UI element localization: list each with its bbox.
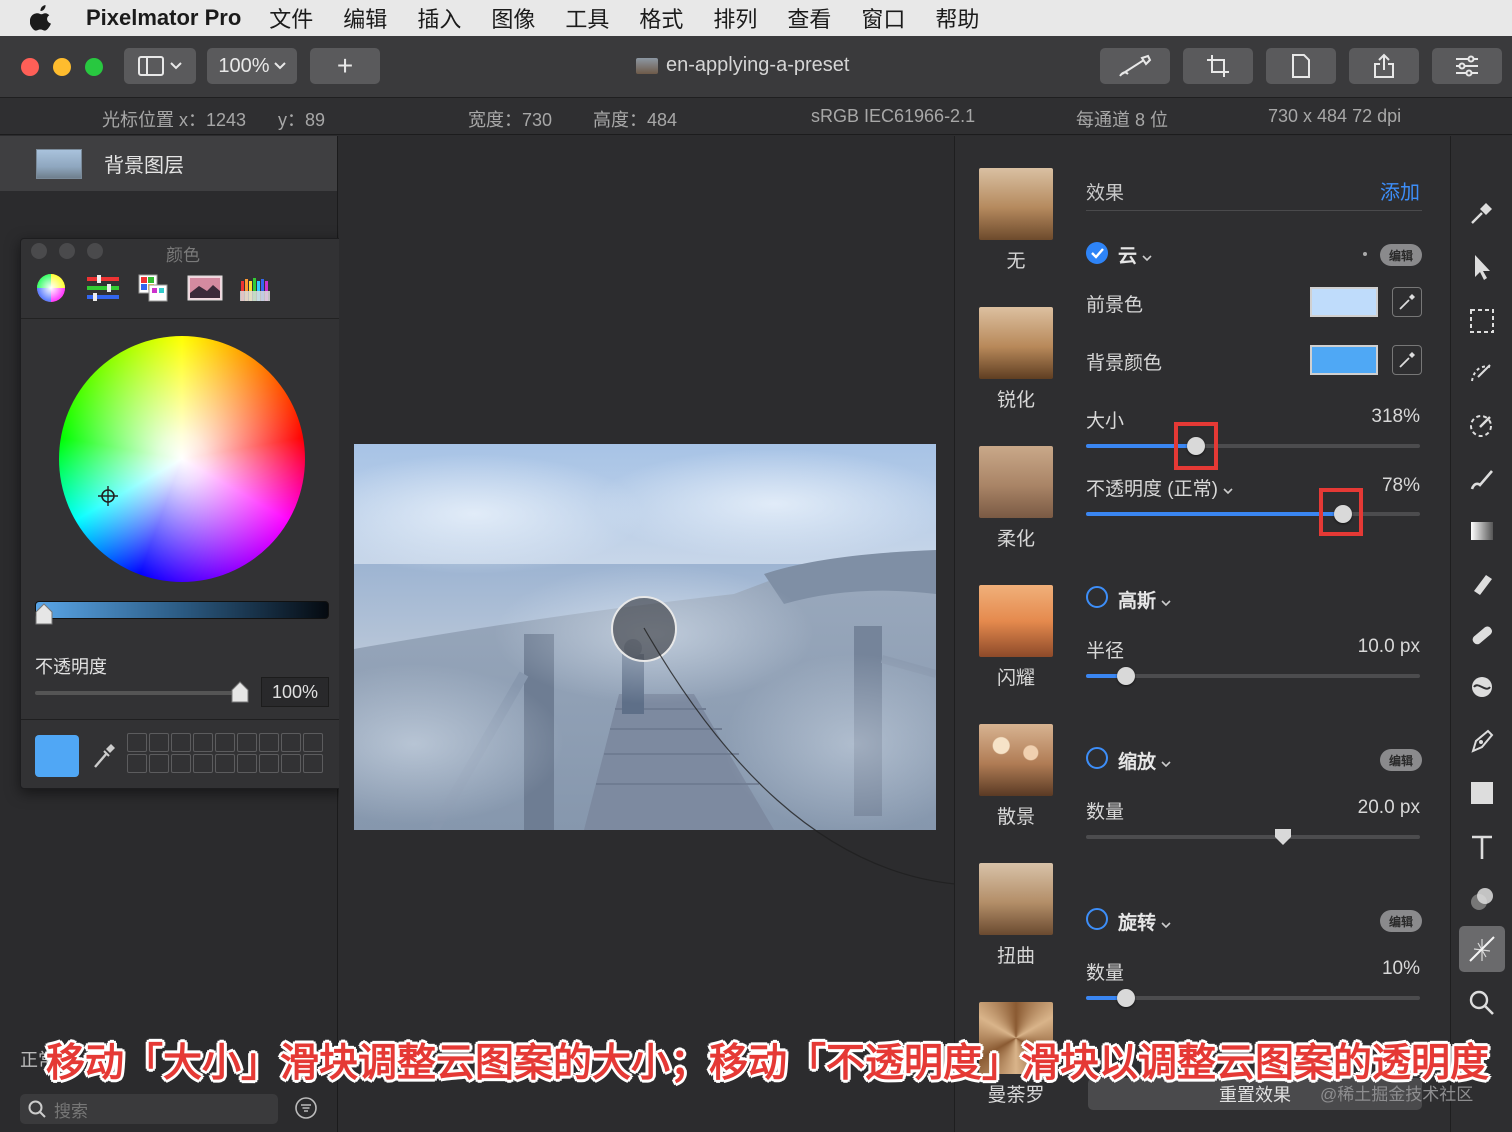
clouds-effect-name: 云 (1118, 246, 1138, 267)
preset-thumbnail (979, 724, 1053, 796)
clouds-opacity-slider[interactable] (1086, 505, 1420, 523)
paint-tool-icon[interactable] (1465, 462, 1499, 496)
quick-selection-tool-icon[interactable] (1465, 356, 1499, 390)
eyedropper-icon (1399, 294, 1415, 310)
style-tool-icon[interactable] (1465, 196, 1499, 230)
spin-edit-button[interactable]: 编辑 (1380, 910, 1422, 932)
tutorial-caption: 移动「大小」滑块调整云图案的大小；移动「不透明度」滑块以调整云图案的透明度 (46, 1042, 1490, 1085)
size-value: 318% (1371, 406, 1420, 427)
background-color-label: 背景颜色 (1086, 353, 1163, 374)
checkmark-icon (1091, 248, 1104, 259)
effects-panel: 效果 添加 云 编辑 前景色 背景颜色 大小 318% 不透明度 (正常) 78… (1074, 136, 1450, 1132)
zoom-effect-enabled-checkbox[interactable] (1086, 747, 1108, 769)
effects-tool-icon[interactable] (1459, 926, 1505, 972)
clouds-opacity-value: 78% (1381, 475, 1420, 496)
eraser-tool-icon[interactable] (1465, 566, 1499, 600)
tools-sidebar (1450, 136, 1512, 1132)
zoom-amount-slider[interactable] (1086, 829, 1420, 845)
gradient-tool-icon[interactable] (1465, 514, 1499, 548)
chevron-down-icon (1161, 600, 1171, 607)
preset-label: 无 (1006, 251, 1026, 272)
gaussian-enabled-checkbox[interactable] (1086, 586, 1108, 608)
preset-label: 扭曲 (996, 946, 1035, 967)
gaussian-effect-name: 高斯 (1118, 591, 1157, 612)
clouds-opacity-slider-fill (1086, 512, 1344, 516)
preset-thumbnail (979, 168, 1053, 240)
spin-enabled-checkbox[interactable] (1086, 908, 1108, 930)
spin-amount-slider[interactable] (1086, 989, 1420, 1007)
zoom-effect-name: 缩放 (1118, 752, 1157, 773)
background-eyedropper-button[interactable] (1392, 345, 1422, 375)
pen-tool-icon[interactable] (1465, 724, 1499, 758)
size-slider[interactable] (1086, 437, 1420, 455)
gaussian-effect-title[interactable]: 高斯 (1118, 586, 1171, 613)
preset-none[interactable]: 无 (979, 168, 1053, 273)
foreground-color-label: 前景色 (1086, 295, 1144, 316)
dot-indicator (1363, 252, 1367, 256)
radius-value: 10.0 px (1357, 636, 1420, 657)
spin-amount-slider-knob[interactable] (1117, 989, 1136, 1007)
spin-amount-label: 数量 (1086, 963, 1125, 984)
preset-distort[interactable]: 扭曲 (979, 863, 1053, 968)
preset-thumbnail (979, 307, 1053, 379)
zoom-amount-label: 数量 (1086, 802, 1125, 823)
size-slider-highlight (1174, 422, 1218, 470)
clouds-effect-title[interactable]: 云 (1118, 241, 1152, 268)
arrange-tool-icon[interactable] (1465, 250, 1499, 284)
preset-thumbnail (979, 446, 1053, 518)
bandage-tool-icon[interactable] (1465, 618, 1499, 652)
chevron-down-icon (1142, 255, 1152, 262)
clouds-edit-button[interactable]: 编辑 (1380, 244, 1422, 266)
watermark: @稀土掘金技术社区 (1320, 1085, 1474, 1104)
distort-tool-icon[interactable] (1465, 670, 1499, 704)
spin-effect-title[interactable]: 旋转 (1118, 908, 1171, 935)
size-label: 大小 (1086, 411, 1125, 432)
opacity-slider-highlight (1319, 488, 1363, 536)
zoom-amount-slider-knob[interactable] (1274, 828, 1292, 846)
zoom-edit-button[interactable]: 编辑 (1380, 749, 1422, 771)
chevron-down-icon (1223, 488, 1233, 495)
background-color-well[interactable] (1310, 345, 1378, 375)
foreground-eyedropper-button[interactable] (1392, 287, 1422, 317)
spin-effect-name: 旋转 (1118, 913, 1157, 934)
add-effect-button[interactable]: 添加 (1380, 176, 1420, 205)
effects-header: 效果 (1086, 183, 1125, 204)
preset-glow[interactable]: 闪耀 (979, 585, 1053, 690)
spin-amount-value: 10% (1381, 958, 1420, 979)
clouds-enabled-checkbox[interactable] (1086, 242, 1108, 264)
effect-presets-column: 无 锐化 柔化 闪耀 散景 扭曲 曼荼罗 (954, 136, 1074, 1132)
preset-thumbnail (979, 863, 1053, 935)
preset-sharpen[interactable]: 锐化 (979, 307, 1053, 412)
divider (1086, 210, 1422, 211)
preset-bokeh[interactable]: 散景 (979, 724, 1053, 829)
radius-slider-knob[interactable] (1117, 667, 1136, 685)
radius-label: 半径 (1086, 641, 1125, 662)
preset-label: 闪耀 (996, 668, 1035, 689)
preset-label: 柔化 (996, 529, 1035, 550)
clouds-opacity-label[interactable]: 不透明度 (正常) (1086, 474, 1233, 501)
zoom-effect-title[interactable]: 缩放 (1118, 747, 1171, 774)
selection-tool-icon[interactable] (1465, 304, 1499, 338)
preset-label: 散景 (996, 807, 1035, 828)
color-adjust-tool-icon[interactable] (1465, 882, 1499, 916)
repair-tool-icon[interactable] (1465, 408, 1499, 442)
zoom-tool-icon[interactable] (1465, 986, 1499, 1020)
shape-tool-icon[interactable] (1465, 776, 1499, 810)
chevron-down-icon (1161, 922, 1171, 929)
radius-slider[interactable] (1086, 667, 1420, 685)
eyedropper-icon (1399, 352, 1415, 368)
preset-soften[interactable]: 柔化 (979, 446, 1053, 551)
preset-thumbnail (979, 585, 1053, 657)
foreground-color-well[interactable] (1310, 287, 1378, 317)
preset-label: 锐化 (996, 390, 1035, 411)
zoom-amount-value: 20.0 px (1357, 797, 1420, 818)
type-tool-icon[interactable] (1465, 830, 1499, 864)
chevron-down-icon (1161, 761, 1171, 768)
clouds-opacity-label-text: 不透明度 (正常) (1086, 479, 1218, 500)
